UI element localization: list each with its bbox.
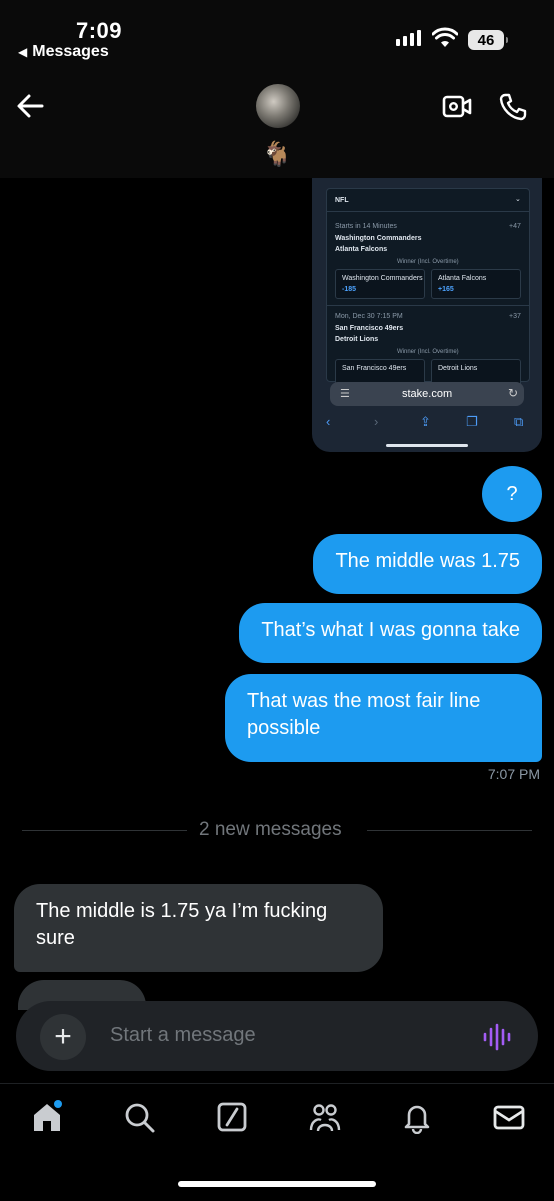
avatar[interactable]	[256, 84, 300, 128]
game2-starts: Mon, Dec 30 7:15 PM	[335, 313, 403, 320]
sent-message-bubble[interactable]: That’s what I was gonna take	[239, 603, 542, 663]
safari-share-icon: ⇪	[420, 414, 431, 429]
sent-message-bubble[interactable]: ?	[482, 466, 542, 522]
screenshot-home-indicator	[386, 444, 468, 447]
league-label: NFL	[335, 197, 349, 204]
back-triangle-icon: ◀	[18, 45, 28, 59]
shared-screenshot-image[interactable]: NFL ⌄ Starts in 14 Minutes +47 Washingto…	[312, 178, 542, 452]
back-to-app-link[interactable]: ◀ Messages	[18, 43, 109, 61]
phone-call-icon[interactable]	[498, 92, 528, 122]
communities-icon[interactable]	[308, 1100, 342, 1134]
game1-team2: Atlanta Falcons	[335, 246, 388, 253]
plus-icon: +	[54, 1020, 72, 1053]
wifi-icon	[432, 27, 458, 47]
game1-starts: Starts in 14 Minutes	[335, 223, 397, 230]
safari-forward-icon: ›	[374, 414, 379, 429]
contact-name-emoji: 🐐	[262, 141, 292, 168]
sent-message-bubble[interactable]: That was the most fair line possible	[225, 674, 542, 762]
new-messages-divider-label: 2 new messages	[199, 819, 342, 840]
home-indicator	[178, 1181, 376, 1187]
battery-indicator: 46	[468, 30, 508, 50]
message-input[interactable]: Start a message	[110, 1024, 256, 1047]
game2-team1: San Francisco 49ers	[335, 325, 404, 332]
safari-tabs-icon: ⧉	[514, 414, 524, 429]
safari-url-bar: ☰ stake.com ↻	[330, 382, 524, 406]
back-app-label: Messages	[32, 43, 109, 60]
notifications-bell-icon[interactable]	[400, 1100, 434, 1134]
game2-market: Winner (Incl. Overtime)	[397, 349, 459, 355]
grok-icon[interactable]	[215, 1100, 249, 1134]
collapse-chevron-icon: ⌄	[515, 196, 521, 203]
safari-bookmarks-icon: ❐	[466, 414, 478, 429]
status-time: 7:09	[76, 18, 123, 43]
home-icon[interactable]	[30, 1100, 64, 1134]
game1-market-count: +47	[509, 223, 521, 230]
game2-market-count: +37	[509, 313, 521, 320]
voice-message-icon[interactable]	[482, 1022, 512, 1052]
divider-line-right	[367, 830, 532, 831]
back-arrow-icon[interactable]	[14, 90, 46, 122]
received-message-bubble[interactable]: The middle is 1.75 ya I’m fucking sure	[14, 884, 383, 972]
game1-team1: Washington Commanders	[335, 235, 422, 242]
game1-market: Winner (Incl. Overtime)	[397, 259, 459, 265]
game1-odds-team1: Washington Commanders -185	[335, 269, 425, 299]
reload-icon: ↻	[508, 386, 519, 400]
game1-odds-team2: Atlanta Falcons +165	[431, 269, 521, 299]
add-media-button[interactable]: +	[40, 1014, 86, 1060]
messages-envelope-icon[interactable]	[492, 1100, 526, 1134]
game2-team2: Detroit Lions	[335, 336, 379, 343]
safari-back-icon: ‹	[326, 414, 331, 429]
url-text: stake.com	[402, 388, 453, 400]
screenshot-sportsbook-panel: NFL ⌄ Starts in 14 Minutes +47 Washingto…	[326, 188, 530, 389]
page-menu-icon: ☰	[340, 388, 350, 400]
divider-line-left	[22, 830, 187, 831]
search-icon[interactable]	[122, 1100, 156, 1134]
message-timestamp: 7:07 PM	[487, 766, 540, 782]
message-composer	[16, 1001, 538, 1071]
sent-message-bubble[interactable]: The middle was 1.75	[313, 534, 542, 594]
signal-icon	[396, 30, 421, 46]
video-call-icon[interactable]	[442, 94, 472, 120]
